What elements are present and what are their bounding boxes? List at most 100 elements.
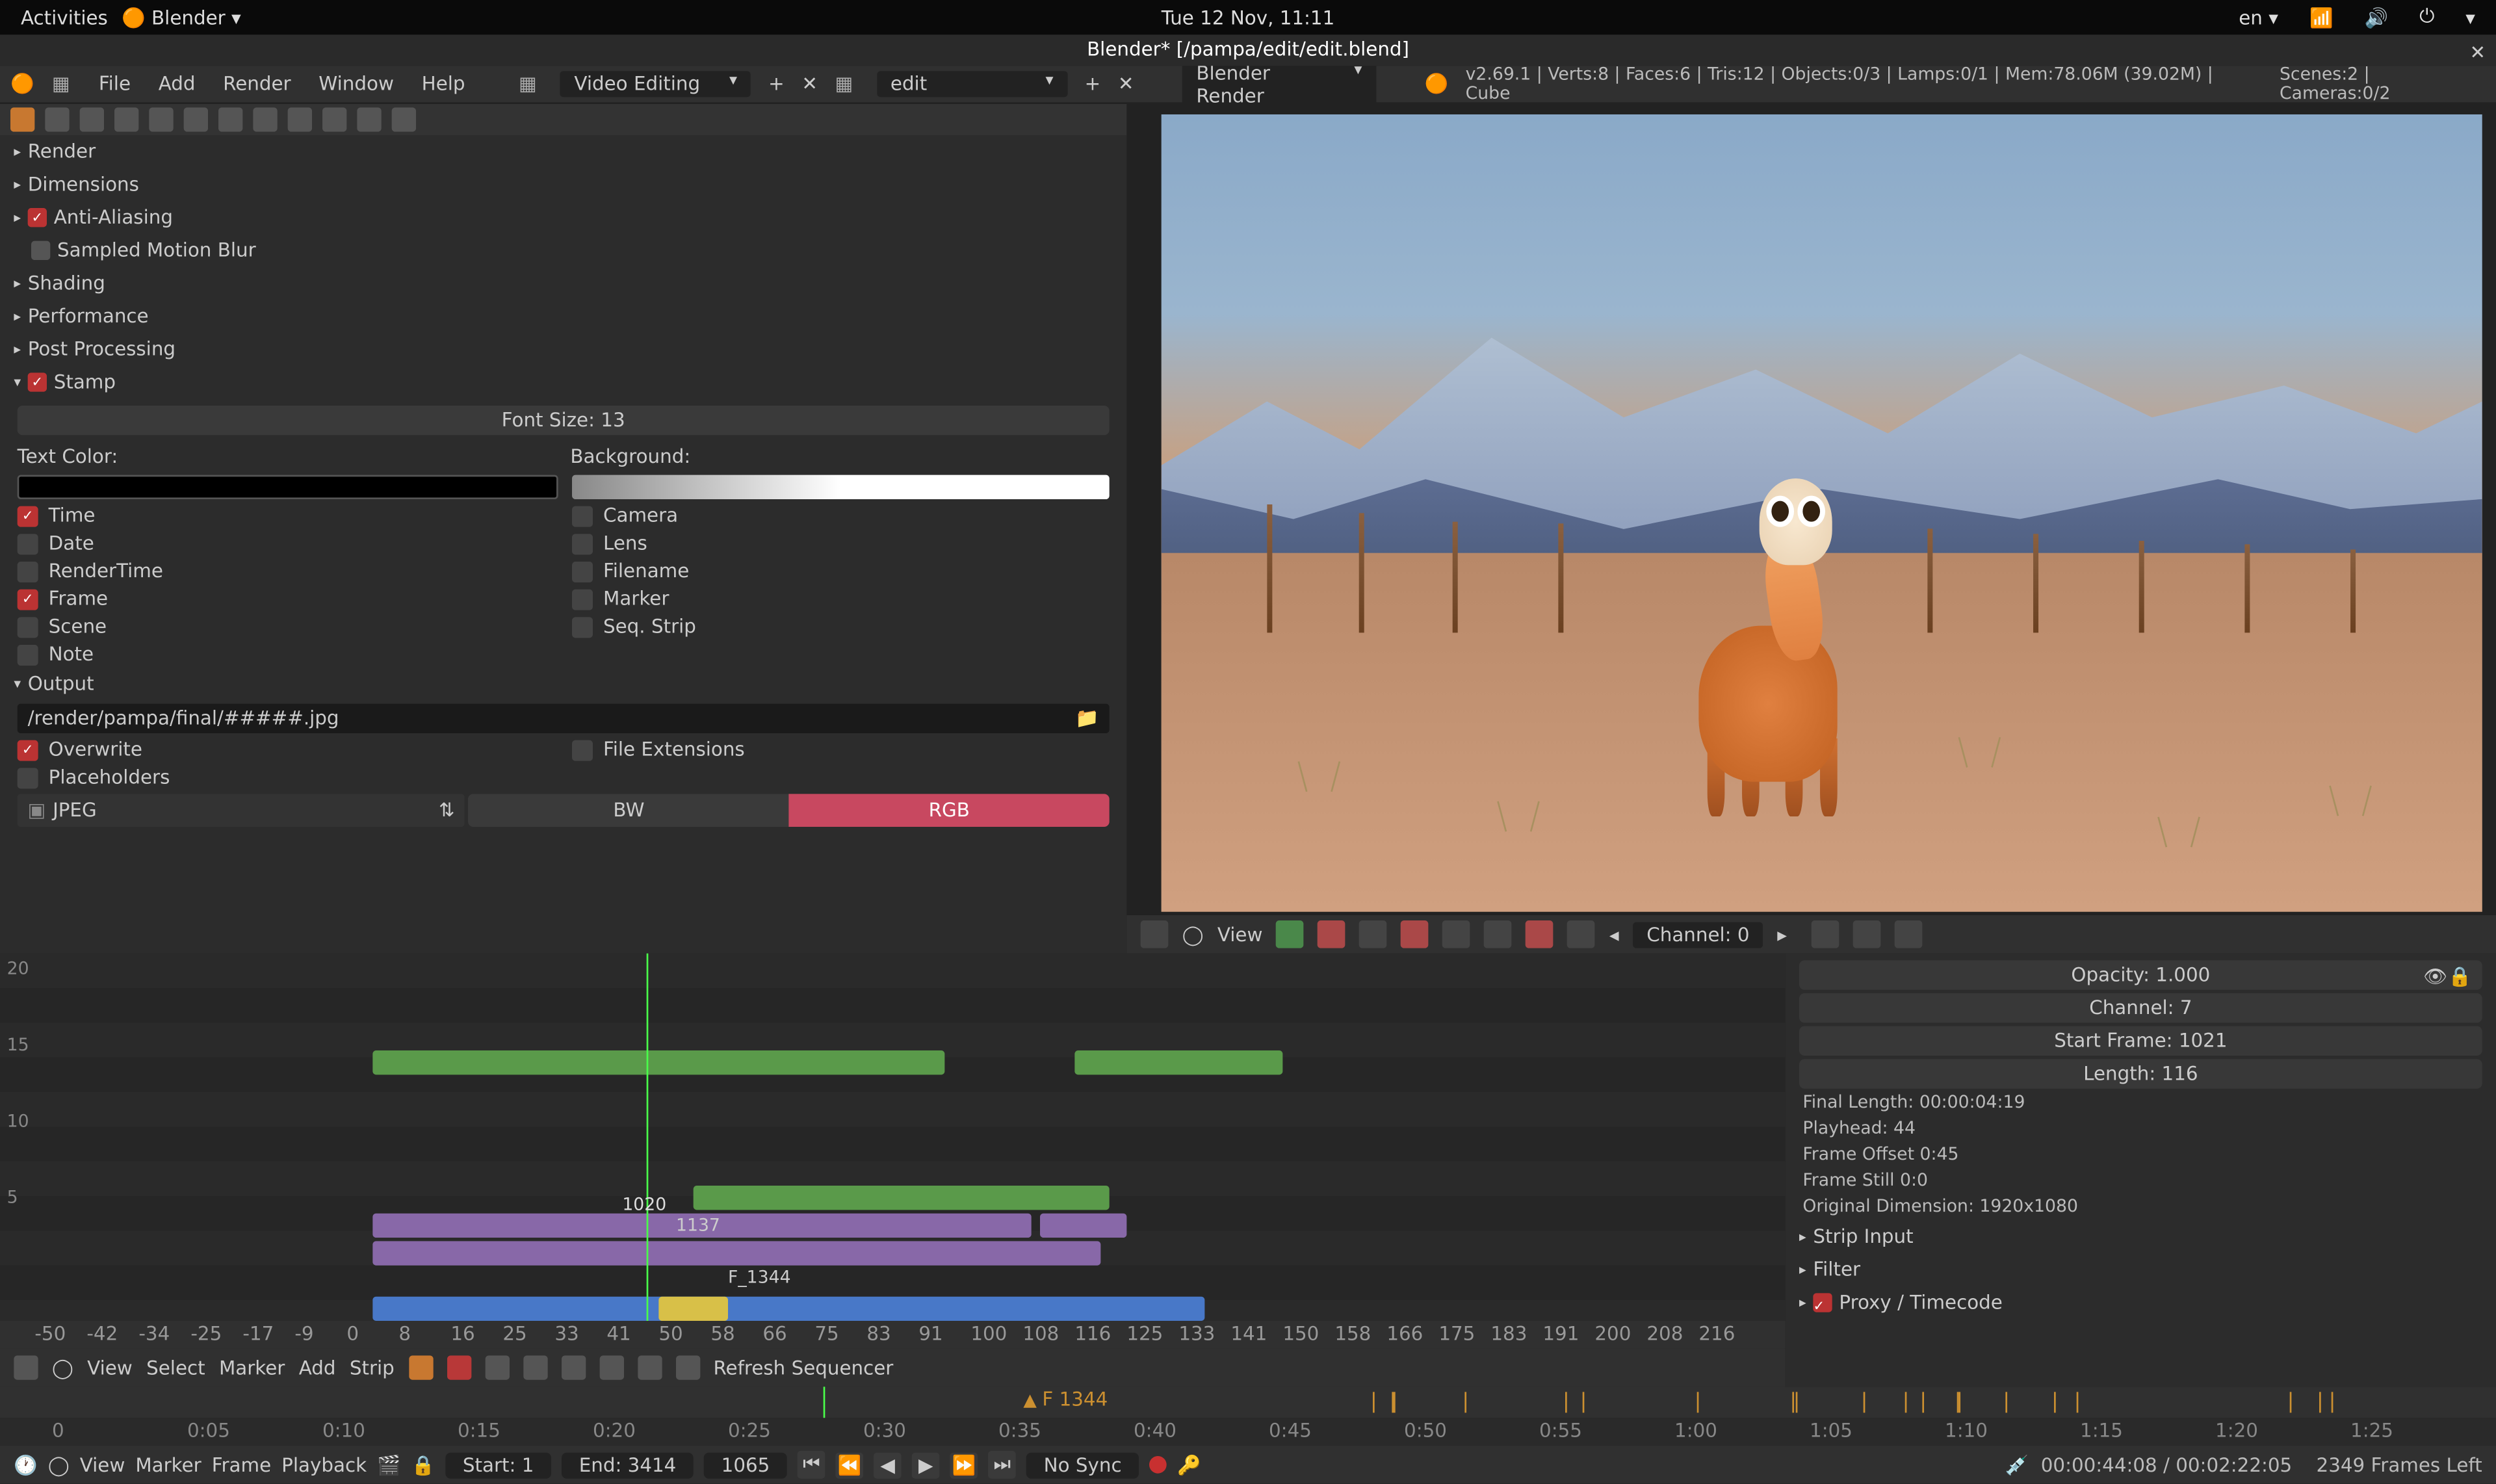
jump-end-button[interactable]: ⏭ [988, 1451, 1016, 1479]
scene-check[interactable] [18, 616, 38, 637]
camera-check[interactable] [572, 505, 593, 526]
effect-strip[interactable] [658, 1297, 728, 1321]
filename-check[interactable] [572, 561, 593, 582]
audio-strip[interactable] [372, 1297, 1204, 1321]
marker-icon[interactable] [1922, 1392, 1924, 1412]
overwrite-check[interactable] [18, 739, 38, 760]
jump-start-button[interactable]: ⏮ [798, 1451, 826, 1479]
timeline-scrubber[interactable]: ▲ F 1344 [0, 1386, 2496, 1418]
text-color-swatch[interactable] [18, 475, 558, 499]
scene-browse-icon[interactable]: ▦ [835, 72, 859, 96]
volume-icon[interactable]: 🔊 [2358, 6, 2395, 29]
format-dropdown[interactable]: JPEG⇅ [18, 794, 465, 827]
render-panel-header[interactable]: ▸Render [0, 135, 1126, 168]
marker-icon[interactable] [1791, 1392, 1793, 1412]
tl-view-menu[interactable]: View [80, 1453, 125, 1476]
marker-icon[interactable] [1465, 1392, 1467, 1412]
start-frame-field[interactable]: Start Frame: 1021 [1799, 1026, 2482, 1056]
clapper-icon[interactable]: 🎬 [377, 1453, 401, 1476]
activities-button[interactable]: Activities [14, 6, 114, 29]
ghost-icon[interactable] [1852, 920, 1880, 948]
sequencer-tracks[interactable]: 20 15 10 5 F_1344 1137 1020 [0, 954, 1786, 1321]
display-mode-4-icon[interactable] [1401, 920, 1429, 948]
keyframe-next-button[interactable]: ⏩ [950, 1451, 978, 1477]
file-menu[interactable]: File [94, 73, 136, 96]
strip-input-header[interactable]: ▸Strip Input [1799, 1222, 2482, 1251]
seq-display-4-icon[interactable] [523, 1355, 547, 1379]
current-frame-field[interactable]: 1065 [704, 1451, 787, 1477]
lang-indicator[interactable]: en ▾ [2232, 6, 2285, 29]
world-props-icon[interactable] [114, 107, 138, 131]
material-props-icon[interactable] [288, 107, 312, 131]
modifiers-icon[interactable] [218, 107, 242, 131]
render-menu[interactable]: Render [218, 73, 296, 96]
stamp-check[interactable] [28, 372, 47, 391]
screen-layout-dropdown[interactable]: Video Editing [560, 71, 751, 97]
render-layers-icon[interactable] [45, 107, 69, 131]
scene-dropdown[interactable]: edit [877, 71, 1067, 97]
display-mode-6-icon[interactable] [1485, 920, 1513, 948]
display-mode-3-icon[interactable] [1360, 920, 1388, 948]
add-layout-button[interactable]: + [768, 73, 785, 96]
output-panel-header[interactable]: ▾Output [0, 668, 1126, 701]
texture-props-icon[interactable] [322, 107, 346, 131]
marker-icon[interactable] [1565, 1392, 1566, 1412]
marker-icon[interactable] [1863, 1392, 1865, 1412]
remove-layout-button[interactable]: ✕ [801, 73, 818, 96]
seq-display-6-icon[interactable] [599, 1355, 623, 1379]
meta-strip[interactable] [372, 1241, 1100, 1265]
anti-aliasing-panel-header[interactable]: ▸Anti-Aliasing [0, 201, 1126, 234]
tl-marker-menu[interactable]: Marker [135, 1453, 201, 1476]
marker-icon[interactable] [1904, 1392, 1906, 1412]
time-check[interactable] [18, 505, 38, 526]
display-mode-icon[interactable] [1277, 920, 1305, 948]
play-button[interactable]: ▶ [912, 1451, 940, 1477]
opacity-field[interactable]: Opacity: 1.000👁🔒 [1799, 960, 2482, 989]
constraints-icon[interactable] [184, 107, 208, 131]
remove-scene-button[interactable]: ✕ [1118, 73, 1134, 96]
render-engine-dropdown[interactable]: Blender Render [1182, 60, 1376, 109]
wifi-icon[interactable]: 📶 [2302, 6, 2340, 29]
seq-add-menu[interactable]: Add [299, 1357, 336, 1379]
physics-icon[interactable] [392, 107, 416, 131]
keyframe-icon[interactable]: 💉 [2005, 1453, 2029, 1476]
playhead[interactable]: 1020 [647, 954, 649, 1321]
lock-icon[interactable]: 🔒 [411, 1453, 436, 1476]
data-props-icon[interactable] [253, 107, 277, 131]
video-strip[interactable] [694, 1186, 1110, 1210]
stamp-panel-header[interactable]: ▾Stamp [0, 366, 1126, 399]
tl-playback-menu[interactable]: Playback [281, 1453, 367, 1476]
output-path-field[interactable]: /render/pampa/final/#####.jpg 📁 [18, 704, 1110, 733]
refresh-preview-icon[interactable] [1894, 920, 1922, 948]
font-size-field[interactable]: Font Size: 13 [18, 406, 1110, 435]
seq-strip-check[interactable] [572, 616, 593, 637]
marker-icon[interactable] [1392, 1392, 1394, 1412]
seq-display-7-icon[interactable] [637, 1355, 661, 1379]
seq-display-5-icon[interactable] [561, 1355, 585, 1379]
blender-icon[interactable]: 🟠 [10, 72, 34, 96]
scene-props-icon[interactable] [80, 107, 104, 131]
preview-editor-type-icon[interactable] [1141, 920, 1169, 948]
background-swatch[interactable] [572, 475, 1110, 499]
bw-button[interactable]: BW [469, 794, 789, 827]
marker-icon[interactable] [1373, 1392, 1375, 1412]
seq-display-8-icon[interactable] [675, 1355, 699, 1379]
marker-icon[interactable] [2076, 1392, 2078, 1412]
marker-icon[interactable] [2005, 1392, 2007, 1412]
rgb-button[interactable]: RGB [789, 794, 1110, 827]
seq-display-3-icon[interactable] [484, 1355, 508, 1379]
folder-icon[interactable]: 📁 [1075, 707, 1099, 730]
sequencer-ruler[interactable]: -50-42-34-25-17-908162533415058667583911… [0, 1321, 1786, 1349]
motion-blur-panel-header[interactable]: Sampled Motion Blur [0, 234, 1126, 267]
marker-icon[interactable] [2332, 1392, 2334, 1412]
editor-type-icon[interactable]: ▦ [52, 72, 76, 96]
help-menu[interactable]: Help [417, 73, 471, 96]
seq-editor-type-icon[interactable] [14, 1355, 38, 1379]
marker-icon[interactable] [1795, 1392, 1797, 1412]
meta-strip[interactable] [1040, 1214, 1126, 1238]
seq-display-2-icon[interactable] [447, 1355, 471, 1379]
channel-field[interactable]: Channel: 7 [1799, 993, 2482, 1022]
rendertime-check[interactable] [18, 561, 38, 582]
lock-icon[interactable] [1811, 920, 1839, 948]
lens-check[interactable] [572, 533, 593, 554]
